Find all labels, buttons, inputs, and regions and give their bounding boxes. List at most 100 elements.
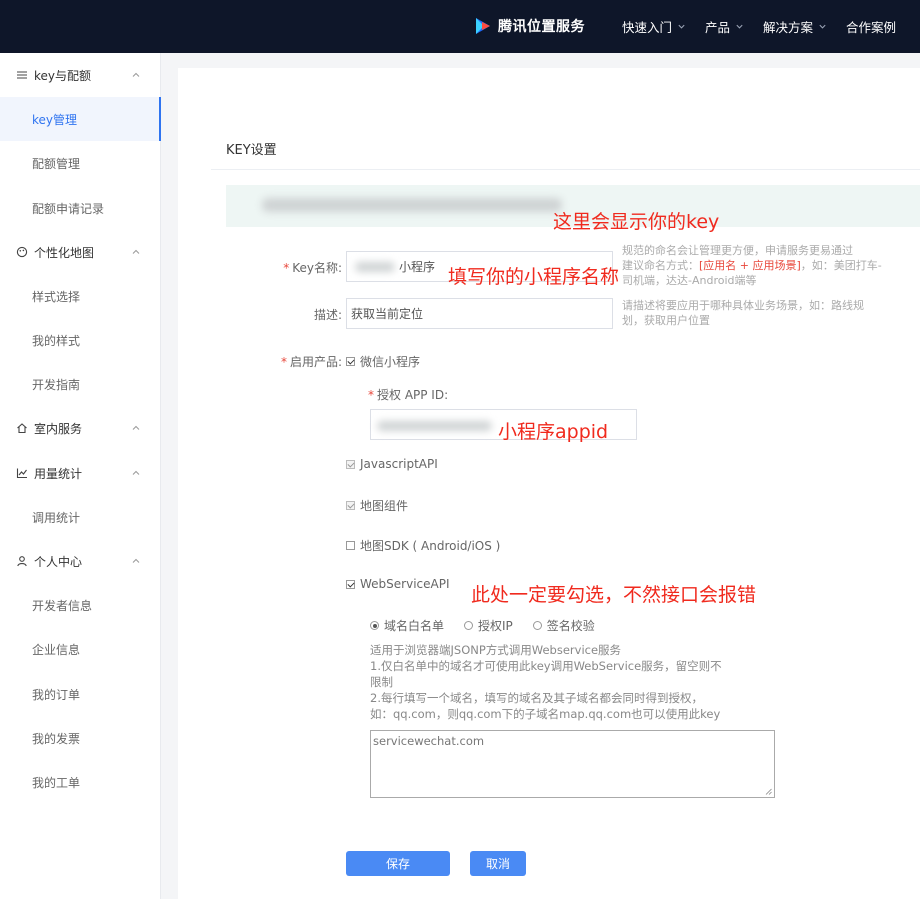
radio-label: 签名校验 [546,619,595,633]
whitelist-description: 适用于浏览器端JSONP方式调用Webservice服务 1.仅白名单中的域名才… [370,642,730,722]
map-component-checkbox[interactable]: 地图组件 [346,497,408,514]
sidebar-group-usage[interactable]: 用量统计 [0,451,161,495]
cancel-button[interactable]: 取消 [470,851,526,876]
nav-solutions[interactable]: 解决方案 [763,17,827,36]
sidebar-item-company-info[interactable]: 企业信息 [0,627,161,671]
sidebar-item-my-invoices[interactable]: 我的发票 [0,716,161,760]
list-icon [17,71,27,79]
radio-domain-whitelist[interactable] [370,621,379,630]
key-name-label-text: Key名称: [292,261,342,275]
chevron-up-icon [132,470,140,475]
hint-text: 规范的命名会让管理更方便，申请服务更易通过 [622,244,853,257]
redacted-name-prefix [355,262,395,272]
sidebar-group-label: 个性化地图 [34,245,95,260]
annotation-key-display: 这里会显示你的key [553,211,720,233]
sidebar-item-developer-info[interactable]: 开发者信息 [0,583,161,627]
checkbox-disabled-checked[interactable] [346,501,355,510]
checkbox-unchecked[interactable] [346,541,355,550]
hint-text: 请描述将要应用于哪种具体业务场景，如：路线规 [622,299,864,312]
nav-products-label: 产品 [705,20,731,35]
checkbox-checked[interactable] [346,579,355,589]
javascript-api-checkbox[interactable]: JavascriptAPI [346,457,438,471]
auth-mode-radio-group: 域名白名单 授权IP 签名校验 [370,617,615,634]
annotation-appid: 小程序appid [498,421,609,443]
products-label: * 启用产品: [258,353,342,370]
title-divider [211,169,920,170]
required-mark: * [283,261,290,275]
desc-line: 适用于浏览器端JSONP方式调用Webservice服务 [370,643,622,657]
required-mark: * [368,388,374,402]
radio-signature[interactable] [532,621,542,630]
redacted-appid [377,421,492,431]
key-name-value: 小程序 [399,260,436,274]
sidebar-item-my-styles[interactable]: 我的样式 [0,318,161,362]
sidebar-item-call-stats[interactable]: 调用统计 [0,495,161,539]
key-name-label: * Key名称: [258,259,342,276]
hint-text: ，如：美团打车- [800,259,882,272]
sidebar-group-profile[interactable]: 个人中心 [0,539,161,583]
nav-solutions-label: 解决方案 [763,20,814,35]
user-icon [17,556,27,567]
brand-name: 腾讯位置服务 [498,19,585,35]
chevron-up-icon [132,558,140,563]
nav-products[interactable]: 产品 [705,17,744,36]
palette-icon [16,246,28,258]
sidebar-group-label: key与配额 [34,68,92,83]
hint-text: 划，获取用户位置 [622,314,710,327]
nav-cases[interactable]: 合作案例 [846,17,896,36]
brand[interactable]: 腾讯位置服务 [473,15,585,37]
nav-quickstart-label: 快速入门 [622,20,673,35]
chevron-down-icon [736,24,743,29]
checkbox-label: 微信小程序 [360,355,421,369]
radio-label: 授权IP [478,619,513,633]
sidebar-group-indoor[interactable]: 室内服务 [0,406,161,450]
wechat-miniprogram-checkbox[interactable]: 微信小程序 [346,353,420,370]
redacted-key [262,198,562,212]
save-button[interactable]: 保存 [346,851,450,876]
sidebar-item-quota-requests[interactable]: 配额申请记录 [0,186,161,230]
sidebar-group-custom-map[interactable]: 个性化地图 [0,230,161,274]
nav-quickstart[interactable]: 快速入门 [622,17,686,36]
sidebar-group-label: 用量统计 [34,466,83,481]
resize-grip-icon[interactable] [765,788,772,795]
sidebar-group-label: 个人中心 [34,554,83,569]
sidebar-item-my-orders[interactable]: 我的订单 [0,672,161,716]
sidebar-item-quota-management[interactable]: 配额管理 [0,141,161,185]
desc-line: 如：qq.com，则qq.com下的子域名map.qq.com也可以使用此key [370,707,721,721]
description-input[interactable]: 获取当前定位 [346,298,613,329]
description-label: 描述: [313,308,342,322]
annotation-fill-name: 填写你的小程序名称 [448,266,620,288]
hint-text: 建议命名方式： [622,259,699,272]
radio-authorized-ip[interactable] [464,621,474,630]
desc-line: 1.仅白名单中的域名才可使用此key调用WebService服务，留空则不 [370,659,722,673]
chevron-up-icon [132,425,140,430]
checkbox-label: JavascriptAPI [360,457,438,471]
appid-label-text: 授权 APP ID: [377,388,449,402]
top-navigation-bar: 腾讯位置服务 快速入门 产品 解决方案 合作案例 [0,0,920,53]
desc-line: 2.每行填写一个域名，填写的域名及其子域名都会同时得到授权， [370,691,703,705]
tencent-map-logo-icon [476,18,490,34]
checkbox-checked[interactable] [346,357,355,366]
description-hint: 请描述将要应用于哪种具体业务场景，如：路线规 划，获取用户位置 [622,298,920,328]
sidebar-item-dev-guide[interactable]: 开发指南 [0,362,161,406]
sidebar-group-label: 室内服务 [34,421,83,436]
sidebar-item-my-tickets[interactable]: 我的工单 [0,760,161,804]
required-mark: * [280,355,287,369]
chevron-down-icon [819,24,826,29]
page-title: KEY设置 [226,143,277,158]
home-icon [17,423,27,434]
sidebar-item-key-management[interactable]: key管理 [0,97,161,141]
sidebar-group-key-quota[interactable]: key与配额 [0,53,161,97]
map-sdk-checkbox[interactable]: 地图SDK ( Android/iOS ) [346,537,500,554]
sidebar-item-style-select[interactable]: 样式选择 [0,274,161,318]
checkbox-label: 地图组件 [360,499,409,513]
whitelist-textarea[interactable]: servicewechat.com [370,730,775,798]
checkbox-label: 地图SDK ( Android/iOS ) [360,539,501,553]
radio-label: 域名白名单 [384,619,445,633]
sidebar: key与配额 key管理 配额管理 配额申请记录 个性化地图 样式选择 我的样式… [0,53,161,899]
checkbox-disabled-checked[interactable] [346,459,355,469]
chevron-up-icon [132,249,140,254]
hint-text: 司机端，达达-Android端等 [622,274,757,287]
desc-line: 限制 [370,675,393,689]
webservice-api-checkbox[interactable]: WebServiceAPI [346,577,450,591]
